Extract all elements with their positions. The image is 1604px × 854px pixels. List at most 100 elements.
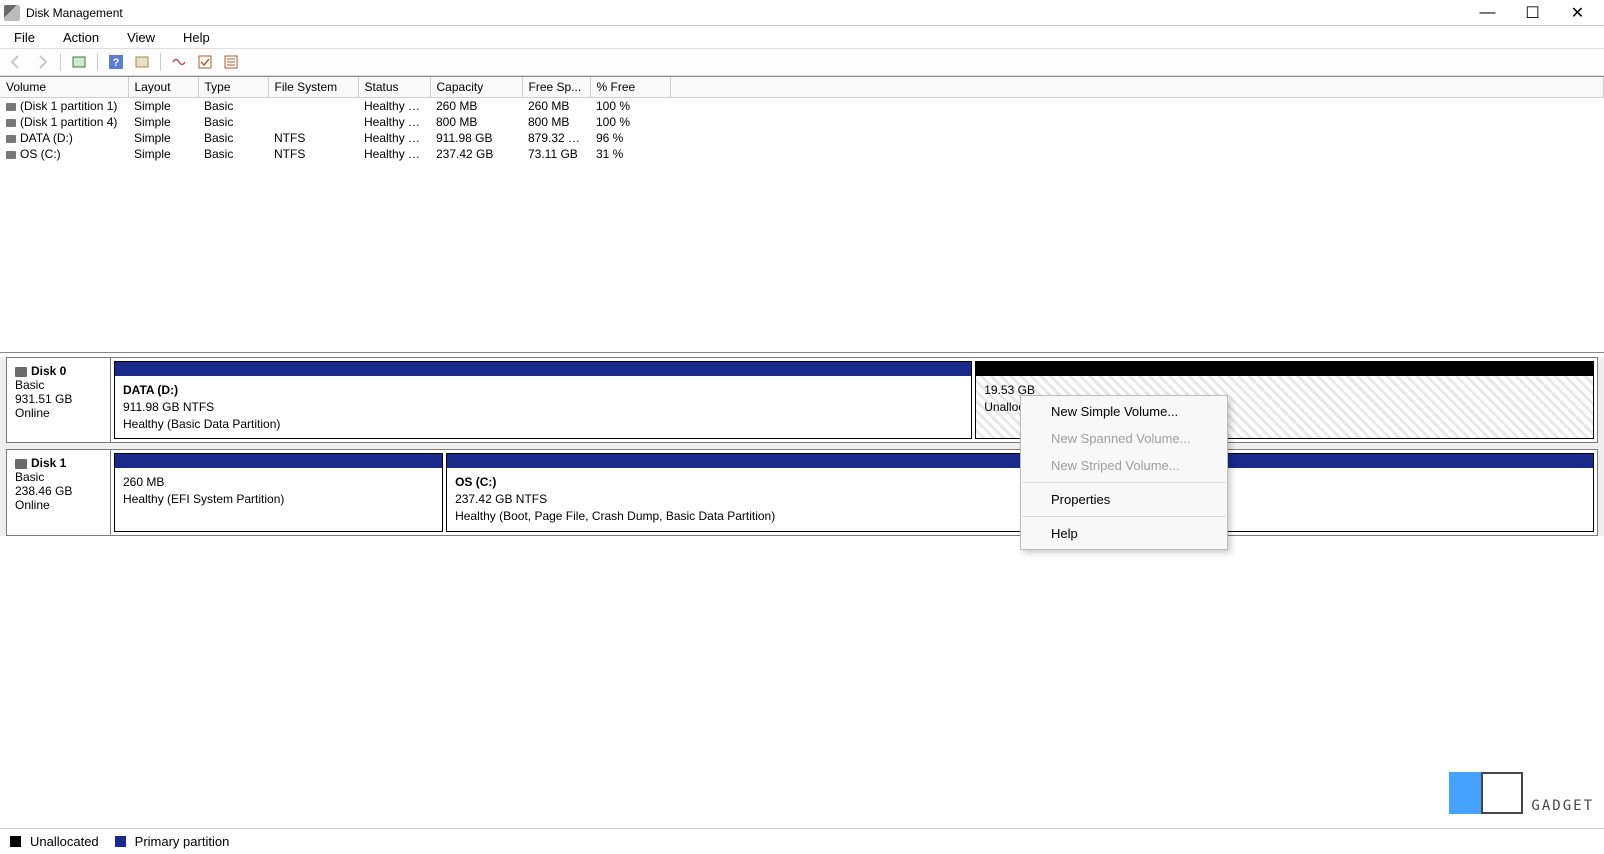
disk-icon (15, 367, 27, 377)
partition-size: 260 MB (123, 474, 434, 491)
cell-volume: (Disk 1 partition 1) (20, 99, 117, 113)
disk-type: Basic (15, 470, 102, 484)
close-button[interactable]: ✕ (1555, 0, 1600, 26)
disk-name: Disk 1 (31, 456, 66, 470)
cell-pctfree: 100 % (590, 98, 670, 114)
ctx-separator (1022, 482, 1226, 483)
table-row[interactable]: DATA (D:)SimpleBasicNTFSHealthy (B...911… (0, 130, 1604, 146)
back-button[interactable] (6, 52, 26, 72)
cell-pctfree: 31 % (590, 146, 670, 162)
partition-status: Healthy (Basic Data Partition) (123, 416, 963, 433)
disk-type: Basic (15, 378, 102, 392)
forward-button[interactable] (32, 52, 52, 72)
watermark: GADGET (1449, 772, 1594, 814)
menu-file[interactable]: File (8, 28, 41, 47)
cell-type: Basic (198, 146, 268, 162)
cell-type: Basic (198, 98, 268, 114)
action-icon[interactable] (169, 52, 189, 72)
col-layout[interactable]: Layout (128, 77, 198, 98)
cell-capacity: 800 MB (430, 114, 522, 130)
table-row[interactable]: (Disk 1 partition 4)SimpleBasicHealthy (… (0, 114, 1604, 130)
table-row[interactable]: OS (C:)SimpleBasicNTFSHealthy (B...237.4… (0, 146, 1604, 162)
volume-icon (6, 135, 16, 143)
disk-status: Online (15, 498, 102, 512)
legend-unallocated: Unallocated (30, 834, 99, 849)
legend-primary: Primary partition (135, 834, 230, 849)
legend: Unallocated Primary partition (0, 828, 1604, 854)
context-menu: New Simple Volume... New Spanned Volume.… (1020, 395, 1228, 550)
cell-status: Healthy (B... (358, 130, 430, 146)
disk-label[interactable]: Disk 1Basic238.46 GBOnline (7, 450, 111, 534)
check-icon[interactable] (195, 52, 215, 72)
window-title: Disk Management (26, 6, 123, 20)
cell-status: Healthy (B... (358, 146, 430, 162)
menubar: File Action View Help (0, 26, 1604, 48)
titlebar: Disk Management — ☐ ✕ (0, 0, 1604, 26)
legend-swatch-primary (115, 836, 126, 847)
svg-text:?: ? (113, 57, 120, 69)
disk-label[interactable]: Disk 0Basic931.51 GBOnline (7, 358, 111, 442)
ctx-separator (1022, 516, 1226, 517)
disk-icon (15, 459, 27, 469)
cell-pctfree: 96 % (590, 130, 670, 146)
watermark-text: GADGET (1531, 798, 1594, 814)
col-volume[interactable]: Volume (0, 77, 128, 98)
cell-free: 73.11 GB (522, 146, 590, 162)
cell-capacity: 237.42 GB (430, 146, 522, 162)
disk-size: 931.51 GB (15, 392, 102, 406)
help-icon[interactable]: ? (106, 52, 126, 72)
maximize-button[interactable]: ☐ (1510, 0, 1555, 26)
disk-row: Disk 0Basic931.51 GBOnlineDATA (D:)911.9… (6, 357, 1598, 443)
disk-name: Disk 0 (31, 364, 66, 378)
app-icon (4, 5, 20, 21)
refresh-icon[interactable] (69, 52, 89, 72)
disk-graphical-view: Disk 0Basic931.51 GBOnlineDATA (D:)911.9… (0, 357, 1604, 536)
ctx-new-simple-volume[interactable]: New Simple Volume... (1021, 398, 1227, 425)
partition-body: DATA (D:)911.98 GB NTFSHealthy (Basic Da… (115, 376, 971, 438)
table-header-row: Volume Layout Type File System Status Ca… (0, 77, 1604, 98)
table-row[interactable]: (Disk 1 partition 1) SimpleBasic Healthy (… (0, 98, 1604, 114)
legend-swatch-unallocated (10, 836, 21, 847)
minimize-button[interactable]: — (1465, 0, 1510, 26)
cell-volume: DATA (D:) (20, 131, 73, 145)
list-icon[interactable] (221, 52, 241, 72)
menu-help[interactable]: Help (177, 28, 216, 47)
cell-volume: (Disk 1 partition 4) (20, 115, 117, 129)
cell-free: 800 MB (522, 114, 590, 130)
col-filesystem[interactable]: File System (268, 77, 358, 98)
partition-primary[interactable]: 260 MBHealthy (EFI System Partition) (114, 453, 443, 531)
partition-body: 260 MBHealthy (EFI System Partition) (115, 468, 442, 530)
partition-title: DATA (D:) (123, 382, 963, 399)
col-status[interactable]: Status (358, 77, 430, 98)
cell-free: 879.32 GB (522, 130, 590, 146)
partition-primary[interactable]: DATA (D:)911.98 GB NTFSHealthy (Basic Da… (114, 361, 972, 439)
volume-icon (6, 103, 16, 111)
partition-size: 911.98 GB NTFS (123, 399, 963, 416)
col-capacity[interactable]: Capacity (430, 77, 522, 98)
cell-filesystem: NTFS (268, 130, 358, 146)
menu-view[interactable]: View (121, 28, 161, 47)
settings-icon[interactable] (132, 52, 152, 72)
col-pctfree[interactable]: % Free (590, 77, 670, 98)
ctx-new-striped-volume: New Striped Volume... (1021, 452, 1227, 479)
cell-pctfree: 100 % (590, 114, 670, 130)
col-freespace[interactable]: Free Sp... (522, 77, 590, 98)
cell-filesystem (268, 98, 358, 114)
ctx-new-spanned-volume: New Spanned Volume... (1021, 425, 1227, 452)
menu-action[interactable]: Action (57, 28, 105, 47)
cell-status: Healthy (E... (358, 98, 430, 114)
cell-filesystem (268, 114, 358, 130)
cell-layout: Simple (128, 146, 198, 162)
partition-status: Healthy (EFI System Partition) (123, 491, 434, 508)
volume-icon (6, 119, 16, 127)
volume-table: Volume Layout Type File System Status Ca… (0, 76, 1604, 353)
col-type[interactable]: Type (198, 77, 268, 98)
ctx-help[interactable]: Help (1021, 520, 1227, 547)
window-controls: — ☐ ✕ (1465, 0, 1600, 26)
cell-layout: Simple (128, 98, 198, 114)
ctx-properties[interactable]: Properties (1021, 486, 1227, 513)
disk-size: 238.46 GB (15, 484, 102, 498)
cell-capacity: 911.98 GB (430, 130, 522, 146)
cell-capacity: 260 MB (430, 98, 522, 114)
partition-header-bar (115, 454, 442, 468)
